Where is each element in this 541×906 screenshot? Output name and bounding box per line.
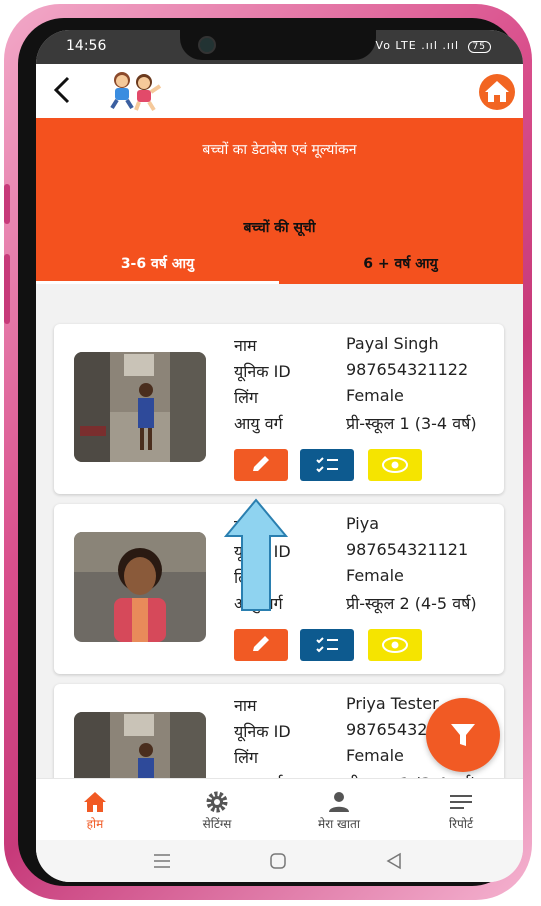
screen: 14:56 Vo LTE .ııl .ııl 75 बच्चों का डेटा…	[36, 30, 523, 882]
tab-age-6-plus[interactable]: 6 + वर्ष आयु	[279, 244, 522, 284]
filter-button[interactable]	[426, 698, 500, 772]
tab-age-3-6[interactable]: 3-6 वर्ष आयु	[36, 244, 279, 284]
back-button[interactable]	[50, 72, 80, 108]
nav-settings-label: सेटिंग्स	[202, 817, 232, 831]
eye-icon	[382, 637, 408, 653]
gender-label: लिंग	[234, 748, 259, 767]
back-triangle-icon[interactable]	[384, 852, 404, 870]
child-gender: Female	[346, 386, 404, 405]
back-arrow-icon	[53, 76, 70, 104]
assessment-button[interactable]	[300, 629, 354, 661]
nav-report[interactable]: रिपोर्ट	[406, 789, 516, 832]
name-label: नाम	[234, 336, 257, 355]
child-name: Priya Tester	[346, 694, 439, 713]
pencil-icon	[253, 636, 269, 651]
edit-button[interactable]	[234, 449, 288, 481]
child-name: Payal Singh	[346, 334, 439, 353]
status-bar: 14:56 Vo LTE .ııl .ııl 75	[36, 30, 523, 64]
home-icon	[485, 81, 509, 102]
list-title: बच्चों की सूची	[243, 220, 316, 236]
nav-account-label: मेरा खाता	[318, 817, 360, 831]
view-button[interactable]	[368, 449, 422, 481]
report-icon	[450, 795, 472, 809]
name-label: नाम	[234, 696, 257, 715]
unique-id-label: यूनिक ID	[234, 362, 291, 381]
nav-home[interactable]: होम	[40, 789, 150, 832]
signal-icon: Vo LTE .ııl .ııl	[375, 39, 460, 52]
edit-button[interactable]	[234, 629, 288, 661]
battery-icon: 75	[467, 41, 491, 53]
child-photo	[74, 532, 206, 642]
child-photo	[74, 712, 206, 784]
page-title: बच्चों का डेटाबेस एवं मूल्यांकन	[202, 142, 357, 158]
volume-button	[4, 184, 10, 224]
header-banner: बच्चों का डेटाबेस एवं मूल्यांकन बच्चों क…	[36, 118, 523, 284]
camera-icon	[198, 36, 216, 54]
child-unique-id: 987654321122	[346, 360, 469, 379]
age-group-label: आयु वर्ग	[234, 414, 283, 433]
annotation-arrow-icon	[224, 498, 288, 611]
checklist-icon	[316, 457, 338, 473]
nav-settings[interactable]: सेटिंग्स	[162, 789, 272, 832]
home-circle-icon[interactable]	[268, 852, 288, 870]
filter-icon	[451, 724, 475, 746]
app-bar	[36, 64, 523, 118]
app-logo	[102, 68, 166, 112]
status-indicators: Vo LTE .ııl .ııl 75	[376, 39, 491, 53]
bottom-navigation: होम सेटिंग्स मेरा खाता रिपोर्ट	[36, 778, 523, 841]
nav-account[interactable]: मेरा खाता	[284, 789, 394, 832]
nav-report-label: रिपोर्ट	[449, 817, 473, 831]
notch	[180, 30, 376, 60]
eye-icon	[382, 457, 408, 473]
system-navigation-bar	[36, 840, 523, 882]
home-icon	[84, 792, 106, 812]
child-card: नाम Payal Singh यूनिक ID 987654321122 लि…	[54, 324, 504, 494]
child-gender: Female	[346, 746, 404, 765]
power-button	[4, 254, 10, 324]
unique-id-label: यूनिक ID	[234, 722, 291, 741]
child-photo	[74, 352, 206, 462]
gear-icon	[206, 791, 228, 813]
gender-label: लिंग	[234, 388, 259, 407]
child-unique-id: 987654321121	[346, 540, 469, 559]
assessment-button[interactable]	[300, 449, 354, 481]
view-button[interactable]	[368, 629, 422, 661]
home-button[interactable]	[479, 74, 515, 110]
child-gender: Female	[346, 566, 404, 585]
status-time: 14:56	[66, 38, 107, 54]
child-age-group: प्री-स्कूल 1 (3-4 वर्ष)	[346, 414, 477, 433]
recent-apps-icon[interactable]	[152, 852, 172, 870]
child-name: Piya	[346, 514, 380, 533]
child-age-group: प्री-स्कूल 2 (4-5 वर्ष)	[346, 594, 477, 613]
checklist-icon	[316, 637, 338, 653]
nav-home-label: होम	[86, 817, 104, 831]
person-icon	[329, 792, 349, 812]
pencil-icon	[253, 456, 269, 471]
